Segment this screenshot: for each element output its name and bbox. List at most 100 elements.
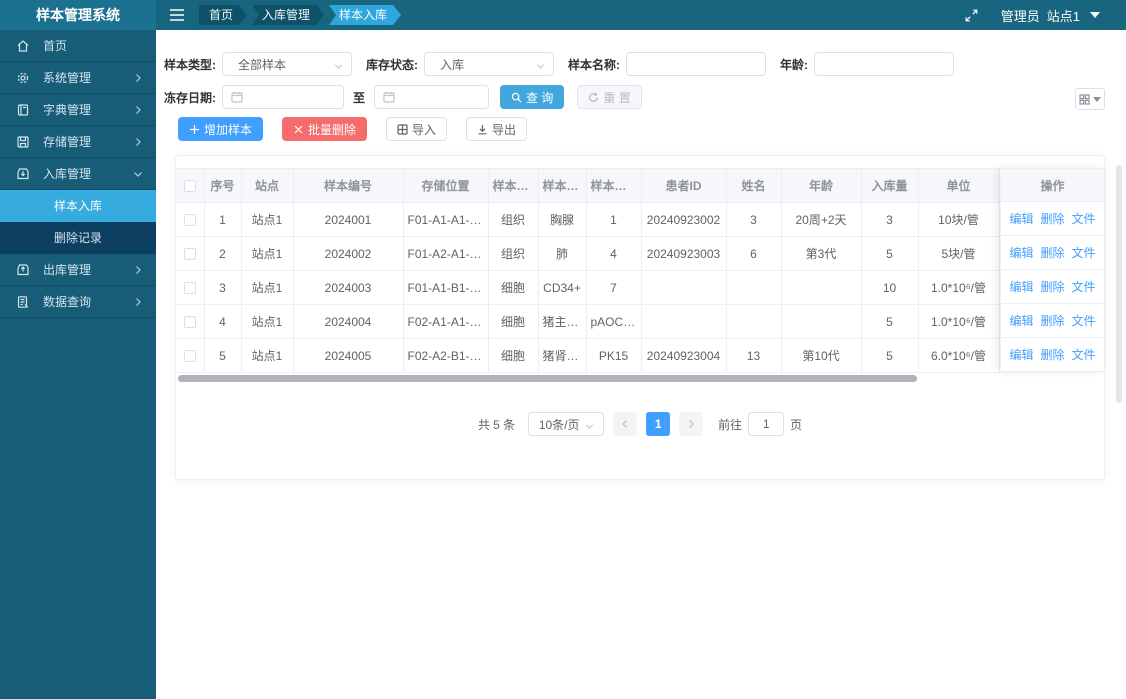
sidebar-item-outbound[interactable]: 出库管理 (0, 254, 156, 286)
user-menu[interactable]: 管理员 站点1 (1001, 6, 1100, 25)
batch-delete-label: 批量删除 (308, 122, 357, 137)
table-row: 4 站点1 2024004 F02-A1-A1-B4 细胞 猪主动... pAOC-... 5… (176, 304, 1000, 339)
table-cell: F01-A1-B1-B3 (403, 270, 489, 305)
table-cell: 第3代 (781, 236, 862, 271)
edit-link[interactable]: 编辑 (1009, 312, 1033, 329)
table-cell: F01-A2-A1-B2 (403, 236, 489, 271)
table-cell: 7 (586, 270, 642, 305)
table-cell: 1 (204, 202, 242, 237)
column-header: 单位 (918, 168, 1000, 203)
operation-cell: 编辑 删除 文件 (1001, 304, 1104, 338)
column-settings-button[interactable] (1075, 88, 1105, 110)
row-checkbox[interactable] (183, 282, 196, 295)
page-size-select[interactable]: 10条/页 (528, 412, 605, 436)
row-checkbox[interactable] (183, 350, 196, 363)
edit-link[interactable]: 编辑 (1009, 278, 1033, 295)
sidebar-item-home[interactable]: 首页 (0, 30, 156, 62)
home-icon (16, 39, 30, 53)
column-header: 姓名 (726, 168, 782, 203)
table-cell: 20240923004 (641, 338, 727, 373)
sample-name-input[interactable] (635, 57, 757, 71)
sidebar-subitem-delete-records[interactable]: 删除记录 (0, 222, 156, 254)
checkbox-cell (176, 338, 205, 373)
row-checkbox[interactable] (183, 214, 196, 227)
breadcrumb-item[interactable]: 样本入库 (329, 5, 401, 25)
sidebar-item-data-query[interactable]: 数据查询 (0, 286, 156, 318)
sidebar-item-inbound[interactable]: 入库管理 (0, 158, 156, 190)
file-link[interactable]: 文件 (1072, 346, 1096, 363)
freeze-date-from-input[interactable] (222, 85, 344, 109)
age-input[interactable] (823, 57, 945, 71)
table-cell: F02-A1-A1-B4 (403, 304, 489, 339)
calendar-icon (383, 91, 395, 103)
next-page-button[interactable] (679, 412, 704, 436)
menu-fold-icon[interactable] (169, 8, 185, 22)
delete-link[interactable]: 删除 (1040, 312, 1064, 329)
fullscreen-icon[interactable] (964, 8, 979, 23)
delete-link[interactable]: 删除 (1040, 244, 1064, 261)
sidebar-item-dictionary[interactable]: 字典管理 (0, 94, 156, 126)
sidebar-item-storage[interactable]: 存储管理 (0, 126, 156, 158)
edit-link[interactable]: 编辑 (1009, 346, 1033, 363)
sidebar-item-label: 出库管理 (43, 263, 92, 277)
export-button[interactable]: 导出 (466, 117, 528, 141)
table-cell: CD34+ (538, 270, 587, 305)
add-sample-button[interactable]: 增加样本 (178, 117, 264, 141)
file-link[interactable]: 文件 (1072, 278, 1096, 295)
gear-icon (16, 71, 30, 85)
vertical-scrollbar-thumb[interactable] (1116, 165, 1122, 403)
delete-link[interactable]: 删除 (1040, 210, 1064, 227)
row-checkbox[interactable] (183, 316, 196, 329)
operation-header: 操作 (1001, 168, 1104, 202)
row-checkbox[interactable] (183, 248, 196, 261)
date-to-label: 至 (353, 90, 366, 105)
file-link[interactable]: 文件 (1072, 312, 1096, 329)
file-link[interactable]: 文件 (1072, 244, 1096, 261)
chevron-right-icon (133, 265, 143, 275)
table-cell: 4 (204, 304, 242, 339)
goto-label: 前往 (718, 417, 743, 432)
table-cell: 1 (586, 202, 642, 237)
select-all-checkbox[interactable] (183, 180, 196, 193)
import-button[interactable]: 导入 (386, 117, 448, 141)
chevron-left-icon (620, 419, 630, 429)
table-cell (781, 270, 862, 305)
page-number-button[interactable]: 1 (646, 412, 671, 436)
operation-cell: 编辑 删除 文件 (1001, 236, 1104, 270)
column-header: 序号 (204, 168, 242, 203)
sidebar: 样本管理系统 首页 系统管理 字典管理 存储管理 入库管理 样本入库 删除记录 出库管理 数据查… (0, 0, 156, 699)
goto-page-input[interactable] (748, 412, 785, 436)
sample-type-value: 全部样本 (238, 57, 287, 72)
breadcrumb-item[interactable]: 首页 (199, 5, 247, 25)
sidebar-subitem-sample-inbound[interactable]: 样本入库 (0, 190, 156, 222)
prev-page-button[interactable] (613, 412, 638, 436)
table-cell: 20240923003 (641, 236, 727, 271)
column-header: 站点 (241, 168, 294, 203)
table-header-row: 序号 站点 样本编号 存储位置 样本类型 样本名称 样本缩写 患者ID 姓名 年龄 入库量 单位 (176, 168, 1000, 203)
edit-link[interactable]: 编辑 (1009, 244, 1033, 261)
edit-link[interactable]: 编辑 (1009, 210, 1033, 227)
batch-delete-button[interactable]: 批量删除 (282, 117, 368, 141)
sidebar-menu: 首页 系统管理 字典管理 存储管理入库管理样本入库 删除记录出库管理数据查询 (0, 30, 156, 318)
sidebar-item-system[interactable]: 系统管理 (0, 62, 156, 94)
user-site: 站点1 (1046, 8, 1080, 24)
column-header: 患者ID (641, 168, 727, 203)
table-cell (726, 304, 782, 339)
table-cell: 2024005 (293, 338, 404, 373)
search-button[interactable]: 查 询 (500, 85, 565, 109)
column-header: 样本编号 (293, 168, 404, 203)
delete-link[interactable]: 删除 (1040, 278, 1064, 295)
table-row: 3 站点1 2024003 F01-A1-B1-B3 细胞 CD34+ 7 10 1.0*10⁶… (176, 270, 1000, 305)
column-header: 入库量 (861, 168, 919, 203)
reset-button[interactable]: 重 置 (577, 85, 642, 109)
file-link[interactable]: 文件 (1072, 210, 1096, 227)
horizontal-scrollbar-thumb[interactable] (178, 375, 917, 382)
sidebar-item-label: 入库管理 (43, 167, 92, 181)
freeze-date-to-input[interactable] (374, 85, 490, 109)
sample-type-select[interactable]: 全部样本 (222, 52, 352, 76)
delete-link[interactable]: 删除 (1040, 346, 1064, 363)
chevron-right-icon (686, 419, 696, 429)
table-cell: 站点1 (241, 270, 294, 305)
stock-status-select[interactable]: 入库 (424, 52, 554, 76)
breadcrumb-item[interactable]: 入库管理 (252, 5, 324, 25)
